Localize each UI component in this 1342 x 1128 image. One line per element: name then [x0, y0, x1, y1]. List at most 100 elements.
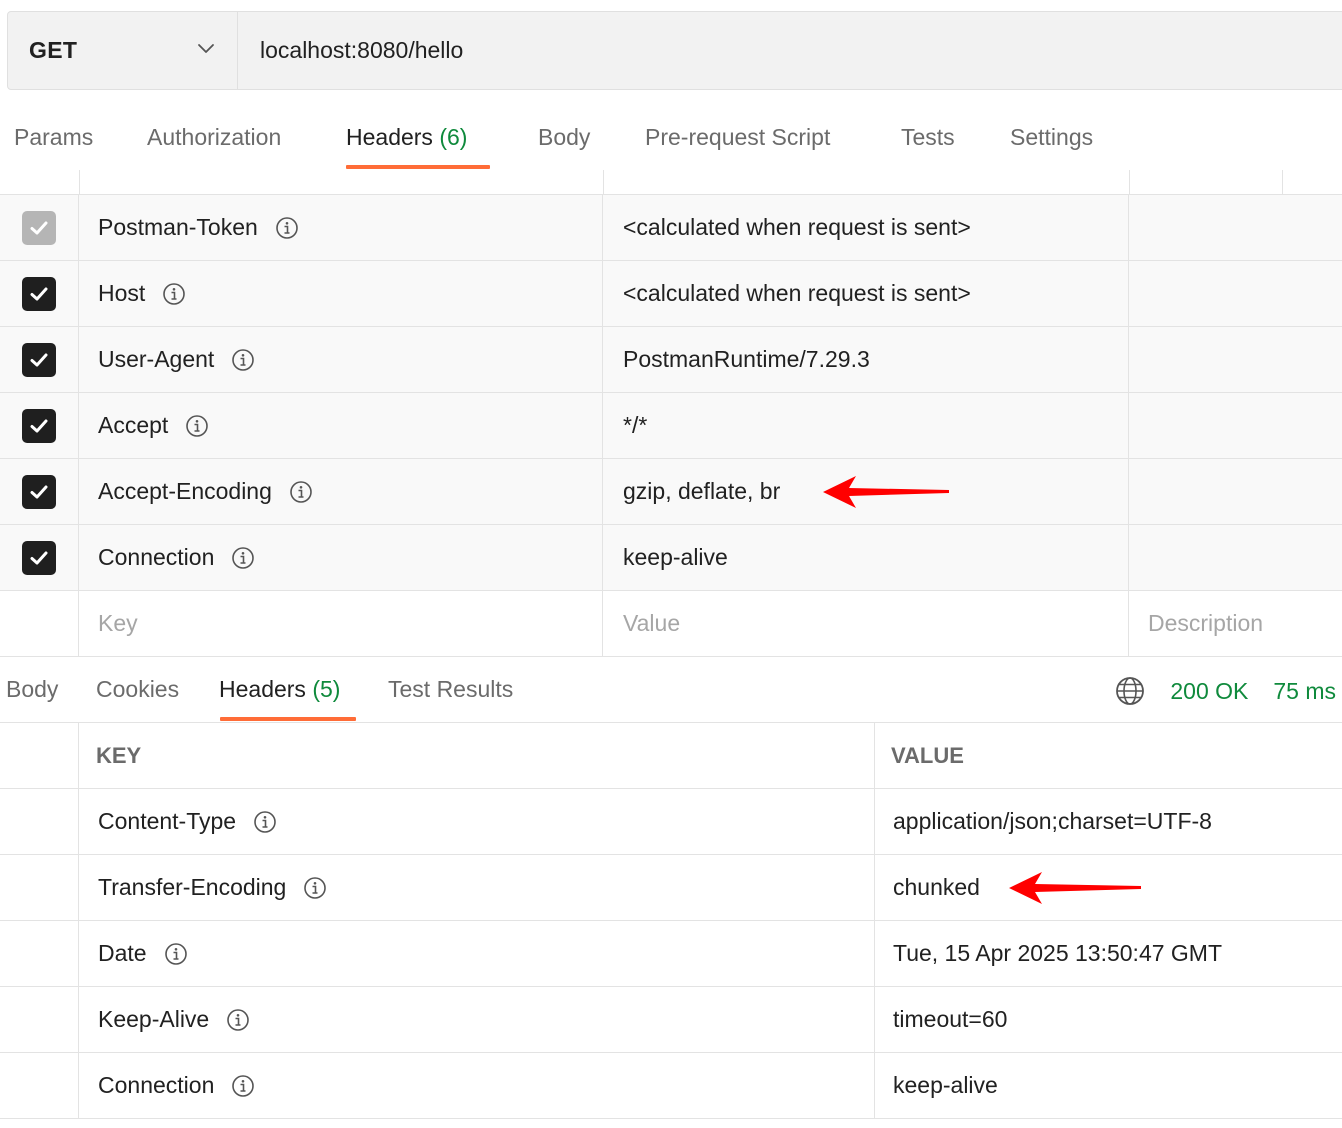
header-checkbox[interactable] [22, 276, 56, 311]
table-row: Transfer-Encoding chunked [0, 855, 1342, 921]
table-row: Connection keep-alive [0, 525, 1342, 591]
response-header-key: Date [98, 940, 147, 966]
header-key: Connection [98, 544, 215, 570]
header-checkbox[interactable] [22, 474, 56, 509]
response-header-key: Keep-Alive [98, 1006, 210, 1032]
header-value: <calculated when request is sent> [623, 214, 971, 240]
info-icon[interactable] [231, 546, 255, 570]
header-value: <calculated when request is sent> [623, 280, 971, 306]
method-select[interactable]: GET [8, 12, 238, 89]
check-icon [30, 419, 48, 432]
table-header-row: KEY VALUE [0, 723, 1342, 789]
header-key: Accept-Encoding [98, 478, 272, 504]
info-icon[interactable] [275, 216, 299, 240]
tab-tests[interactable]: Tests [901, 124, 955, 151]
tab-label: Authorization [147, 124, 282, 150]
request-headers-table: Postman-Token <calculated when request i… [0, 170, 1342, 657]
tab-label: Test Results [388, 676, 514, 702]
header-value: keep-alive [623, 544, 728, 570]
header-checkbox[interactable] [22, 210, 56, 245]
info-icon[interactable] [226, 1008, 250, 1032]
info-icon[interactable] [185, 414, 209, 438]
info-icon[interactable] [231, 348, 255, 372]
new-header-row: Key Value Description [0, 591, 1342, 657]
response-header-key: Connection [98, 1072, 215, 1098]
annotation-arrow-icon [823, 476, 949, 508]
tab-count: (5) [312, 676, 341, 702]
info-icon[interactable] [303, 876, 327, 900]
method-label: GET [29, 37, 78, 63]
tab-pre-request-script[interactable]: Pre-request Script [645, 124, 830, 151]
check-icon [30, 353, 48, 366]
info-icon[interactable] [253, 810, 277, 834]
tab-cookies[interactable]: Cookies [96, 676, 179, 703]
tab-test-results[interactable]: Test Results [388, 676, 513, 703]
tab-count: (6) [439, 124, 468, 150]
table-row: Postman-Token <calculated when request i… [0, 195, 1342, 261]
response-headers-table: KEY VALUE Content-Type application/json;… [0, 723, 1342, 1119]
header-checkbox[interactable] [22, 342, 56, 377]
response-header-key: Content-Type [98, 808, 237, 834]
header-key: Postman-Token [98, 214, 258, 240]
active-tab-indicator [346, 165, 490, 169]
header-description[interactable] [1129, 261, 1342, 326]
table-row: Accept-Encoding gzip, deflate, br [0, 459, 1342, 525]
table-row: Date Tue, 15 Apr 2025 13:50:47 GMT [0, 921, 1342, 987]
info-icon[interactable] [164, 942, 188, 966]
header-value: gzip, deflate, br [623, 478, 781, 504]
check-icon [30, 221, 48, 234]
header-checkbox[interactable] [22, 408, 56, 443]
header-description[interactable] [1129, 195, 1342, 260]
new-description-input[interactable]: Description [1129, 591, 1342, 656]
response-header-value: application/json;charset=UTF-8 [893, 808, 1212, 834]
info-icon[interactable] [289, 480, 313, 504]
header-key: User-Agent [98, 346, 215, 372]
globe-icon[interactable] [1115, 676, 1145, 706]
url-input[interactable]: localhost:8080/hello [238, 12, 1342, 89]
chevron-down-icon [198, 44, 214, 53]
tab-label: Params [14, 124, 94, 150]
tab-label: Headers [346, 124, 433, 150]
response-status: 200 OK 75 ms [1115, 676, 1336, 706]
column-header-value: VALUE [891, 742, 964, 768]
check-icon [30, 287, 48, 300]
header-description[interactable] [1129, 327, 1342, 392]
table-scrolled-header [0, 170, 1342, 195]
header-value: */* [623, 412, 648, 438]
status-code[interactable]: 200 OK [1170, 678, 1248, 705]
header-key: Host [98, 280, 146, 306]
annotation-arrow-icon [1009, 872, 1141, 904]
active-tab-indicator [220, 717, 356, 721]
tab-body[interactable]: Body [538, 124, 590, 151]
info-icon[interactable] [162, 282, 186, 306]
response-header-key: Transfer-Encoding [98, 874, 287, 900]
check-icon [30, 551, 48, 564]
new-value-input[interactable]: Value [603, 591, 1129, 656]
header-description[interactable] [1129, 393, 1342, 458]
tab-authorization[interactable]: Authorization [147, 124, 281, 151]
response-header-value: chunked [893, 874, 980, 900]
tab-label: Settings [1010, 124, 1094, 150]
tab-response-body[interactable]: Body [6, 676, 58, 703]
header-checkbox[interactable] [22, 540, 56, 575]
header-value: PostmanRuntime/7.29.3 [623, 346, 870, 372]
table-row: Content-Type application/json;charset=UT… [0, 789, 1342, 855]
tab-params[interactable]: Params [14, 124, 93, 151]
tab-label: Headers [219, 676, 306, 702]
info-icon[interactable] [231, 1074, 255, 1098]
tab-label: Body [6, 676, 59, 702]
header-key: Accept [98, 412, 169, 438]
check-icon [30, 485, 48, 498]
tab-settings[interactable]: Settings [1010, 124, 1093, 151]
table-row: Accept */* [0, 393, 1342, 459]
header-description[interactable] [1129, 459, 1342, 524]
table-row: Keep-Alive timeout=60 [0, 987, 1342, 1053]
tab-headers[interactable]: Headers (6) [346, 124, 467, 151]
response-header-value: keep-alive [893, 1072, 998, 1098]
new-key-input[interactable]: Key [79, 591, 603, 656]
table-row: Connection keep-alive [0, 1053, 1342, 1119]
tab-response-headers[interactable]: Headers (5) [219, 676, 340, 703]
response-time[interactable]: 75 ms [1273, 678, 1336, 705]
header-description[interactable] [1129, 525, 1342, 590]
response-header-value: timeout=60 [893, 1006, 1008, 1032]
